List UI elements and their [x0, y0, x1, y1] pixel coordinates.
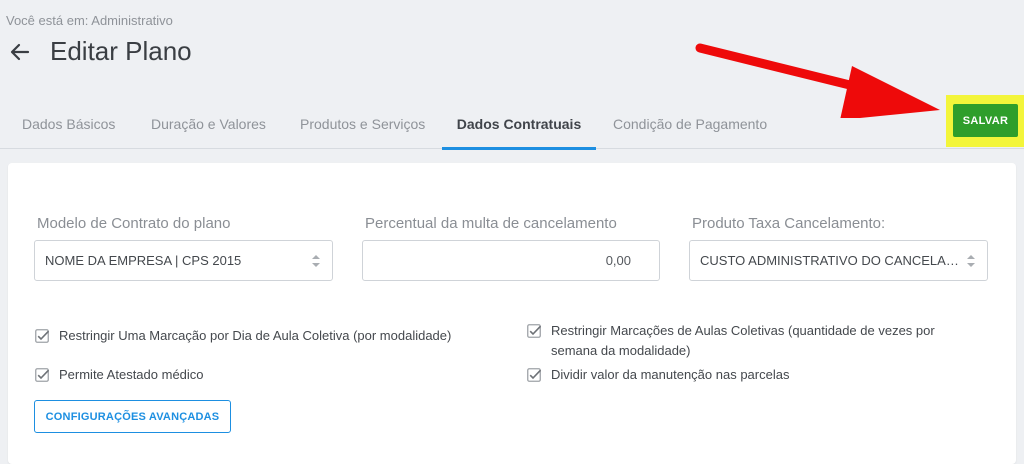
tab-dados-basicos[interactable]: Dados Básicos [22, 100, 115, 148]
contract-model-label: Modelo de Contrato do plano [37, 215, 231, 232]
checkbox-label: Restringir Marcações de Aulas Coletivas … [551, 323, 935, 358]
arrow-left-icon[interactable] [8, 40, 32, 64]
checkbox-label: Permite Atestado médico [59, 367, 204, 382]
checkbox-restrict-group-classes[interactable]: Restringir Marcações de Aulas Coletivas … [527, 321, 977, 361]
checkbox-checked-icon[interactable] [527, 368, 542, 382]
cancel-fee-product-label: Produto Taxa Cancelamento: [692, 215, 886, 232]
breadcrumb: Você está em: Administrativo [6, 13, 173, 28]
updown-chevron-icon [310, 252, 322, 270]
checkbox-split-maintenance[interactable]: Dividir valor da manutenção nas parcelas [527, 365, 977, 385]
updown-chevron-icon [965, 252, 977, 270]
contract-model-value: NOME DA EMPRESA | CPS 2015 [45, 253, 242, 268]
checkbox-checked-icon[interactable] [35, 329, 50, 343]
cancel-fee-product-select[interactable]: CUSTO ADMINISTRATIVO DO CANCELAMENTO [689, 240, 988, 281]
contract-data-card: Modelo de Contrato do plano NOME DA EMPR… [8, 163, 1016, 464]
title-row: Editar Plano [8, 36, 192, 67]
tab-duracao-valores[interactable]: Duração e Valores [151, 100, 266, 148]
checkbox-checked-icon[interactable] [35, 368, 50, 382]
advanced-settings-button[interactable]: CONFIGURAÇÕES AVANÇADAS [34, 400, 231, 433]
checkbox-checked-icon[interactable] [527, 324, 542, 338]
checkbox-label: Restringir Uma Marcação por Dia de Aula … [59, 328, 452, 343]
checkbox-restrict-one-booking[interactable]: Restringir Uma Marcação por Dia de Aula … [35, 326, 505, 346]
cancel-fee-product-value: CUSTO ADMINISTRATIVO DO CANCELAMENTO [700, 253, 962, 268]
cancel-fine-label: Percentual da multa de cancelamento [365, 215, 617, 232]
red-arrow-annotation [695, 43, 940, 118]
tab-dados-contratuais[interactable]: Dados Contratuais [442, 100, 596, 150]
tab-produtos-servicos[interactable]: Produtos e Serviços [300, 100, 425, 148]
checkbox-label: Dividir valor da manutenção nas parcelas [551, 367, 790, 382]
cancel-fine-input[interactable]: 0,00 [362, 240, 660, 281]
save-button[interactable]: SALVAR [953, 104, 1018, 137]
cancel-fine-value: 0,00 [605, 253, 631, 268]
checkbox-medical-certificate[interactable]: Permite Atestado médico [35, 365, 505, 385]
contract-model-select[interactable]: NOME DA EMPRESA | CPS 2015 [34, 240, 333, 281]
page-title: Editar Plano [50, 36, 192, 66]
